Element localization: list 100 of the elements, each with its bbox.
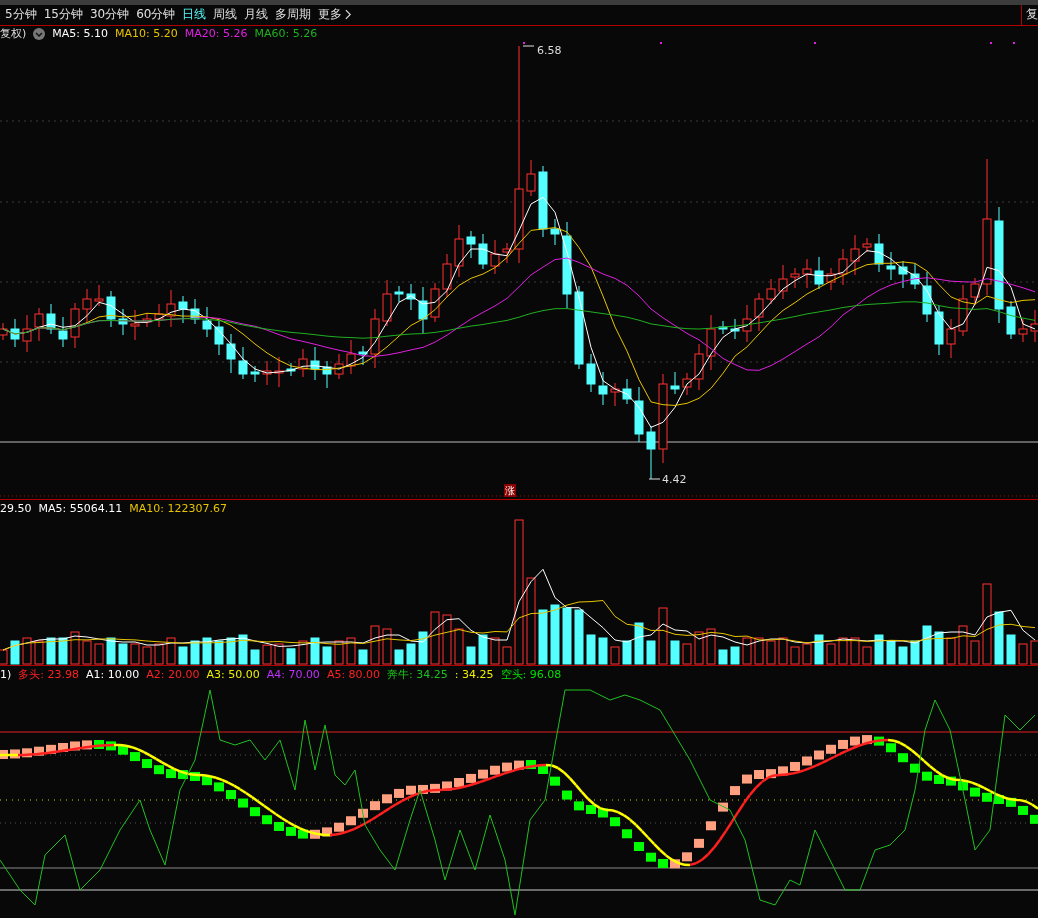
volume-bar: [370, 625, 380, 665]
volume-bar: [10, 640, 20, 665]
period-tab[interactable]: 周线: [210, 5, 241, 25]
legend-value: MA5: 55064.11: [38, 502, 123, 516]
volume-bar: [310, 637, 320, 665]
legend-value: A4: 70.00: [266, 668, 320, 682]
volume-bar: [106, 637, 116, 665]
volume-bar: [442, 614, 452, 665]
legend-prefix: 复权): [0, 27, 27, 41]
legend-value: A3: 50.00: [206, 668, 260, 682]
volume-bar: [1018, 643, 1028, 665]
volume-bar: [94, 643, 104, 665]
chevron-icon: [345, 9, 353, 21]
period-tab[interactable]: 60分钟: [133, 5, 179, 25]
volume-bar: [682, 643, 692, 665]
volume-bar: [286, 648, 296, 665]
volume-bar: [862, 646, 872, 665]
volume-bar: [874, 634, 884, 665]
volume-bar: [430, 611, 440, 665]
legend-value: 多头: 23.98: [18, 668, 79, 682]
rise-badge: 涨: [504, 484, 516, 497]
volume-bar: [742, 637, 752, 665]
volume-bar: [634, 622, 644, 665]
volume-bar: [466, 646, 476, 665]
volume-bar: [454, 628, 464, 665]
legend-value: MA60: 5.26: [254, 27, 318, 41]
volume-bar: [574, 609, 584, 665]
volume-bar: [766, 640, 776, 665]
volume-bar: [694, 631, 704, 665]
period-tab[interactable]: 15分钟: [40, 5, 86, 25]
volume-bar: [598, 637, 608, 665]
volume-bar: [394, 649, 404, 665]
volume-bar: [646, 640, 656, 665]
volume-bar: [178, 646, 188, 665]
volume-bar: [130, 643, 140, 665]
volume-bar: [610, 646, 620, 665]
period-tab[interactable]: 5分钟: [2, 5, 40, 25]
high-price-label: 6.58: [537, 44, 562, 57]
period-tab[interactable]: 月线: [241, 5, 272, 25]
legend-value: MA5: 5.10: [52, 27, 108, 41]
legend-value: 空头: 96.08: [500, 668, 562, 682]
volume-bar: [34, 640, 44, 665]
volume-bar: [550, 604, 560, 665]
volume-bar: [226, 637, 236, 665]
volume-bar: [970, 640, 980, 665]
leader-line: [522, 45, 535, 47]
volume-bar: [22, 637, 32, 665]
volume-bar: [214, 640, 224, 665]
legend-value: A1: 10.00: [86, 668, 140, 682]
leader-line: [648, 478, 661, 480]
dropdown-icon[interactable]: [33, 28, 46, 40]
volume-bar: [934, 631, 944, 665]
legend-value: A5: 80.00: [326, 668, 381, 682]
volume-bar: [118, 643, 128, 665]
volume-bar: [838, 637, 848, 665]
volume-bar: [730, 646, 740, 665]
volume-bar: [562, 607, 572, 665]
volume-bar: [706, 628, 716, 665]
volume-bar: [406, 643, 416, 665]
volume-bar: [238, 634, 248, 665]
legend-value: 29.50: [0, 502, 32, 516]
legend-value: MA10: 5.20: [115, 27, 178, 41]
volume-bar: [478, 634, 488, 665]
volume-bar: [814, 634, 824, 665]
volume-bar: [82, 640, 92, 665]
volume-bar: [154, 643, 164, 665]
volume-bar: [250, 649, 260, 665]
period-tab[interactable]: 多周期: [272, 5, 315, 25]
volume-bar: [358, 649, 368, 665]
volume-bar: [886, 640, 896, 665]
volume-bar: [718, 649, 728, 665]
volume-bar: [670, 640, 680, 665]
low-price-label: 4.42: [662, 473, 687, 486]
volume-bar: [490, 637, 500, 665]
volume-bar: [166, 637, 176, 665]
legend-value: MA10: 122307.67: [129, 502, 227, 516]
volume-bar: [538, 609, 548, 665]
period-tab[interactable]: 日线: [179, 5, 210, 25]
volume-bar: [346, 637, 356, 665]
volume-bar: [586, 634, 596, 665]
period-tab[interactable]: 更多: [315, 5, 356, 25]
period-tab[interactable]: 30分钟: [86, 5, 133, 25]
legend-value: 奔牛: 34.25: [387, 668, 448, 682]
volume-bar: [826, 643, 836, 665]
volume-bar: [334, 640, 344, 665]
volume-bar: [994, 611, 1004, 665]
volume-bar: [382, 628, 392, 665]
volume-bar: [58, 637, 68, 665]
volume-bar: [658, 607, 668, 665]
volume-bar: [778, 637, 788, 665]
volume-bar: [298, 640, 308, 665]
volume-bar: [322, 646, 332, 665]
volume-bar: [850, 637, 860, 665]
volume-bar: [802, 643, 812, 665]
volume-bar: [622, 640, 632, 665]
right-button[interactable]: 复: [1021, 5, 1038, 25]
legend-value: MA20: 5.26: [184, 27, 248, 41]
volume-bar: [1006, 634, 1016, 665]
volume-bar: [910, 640, 920, 665]
volume-bar: [898, 646, 908, 665]
